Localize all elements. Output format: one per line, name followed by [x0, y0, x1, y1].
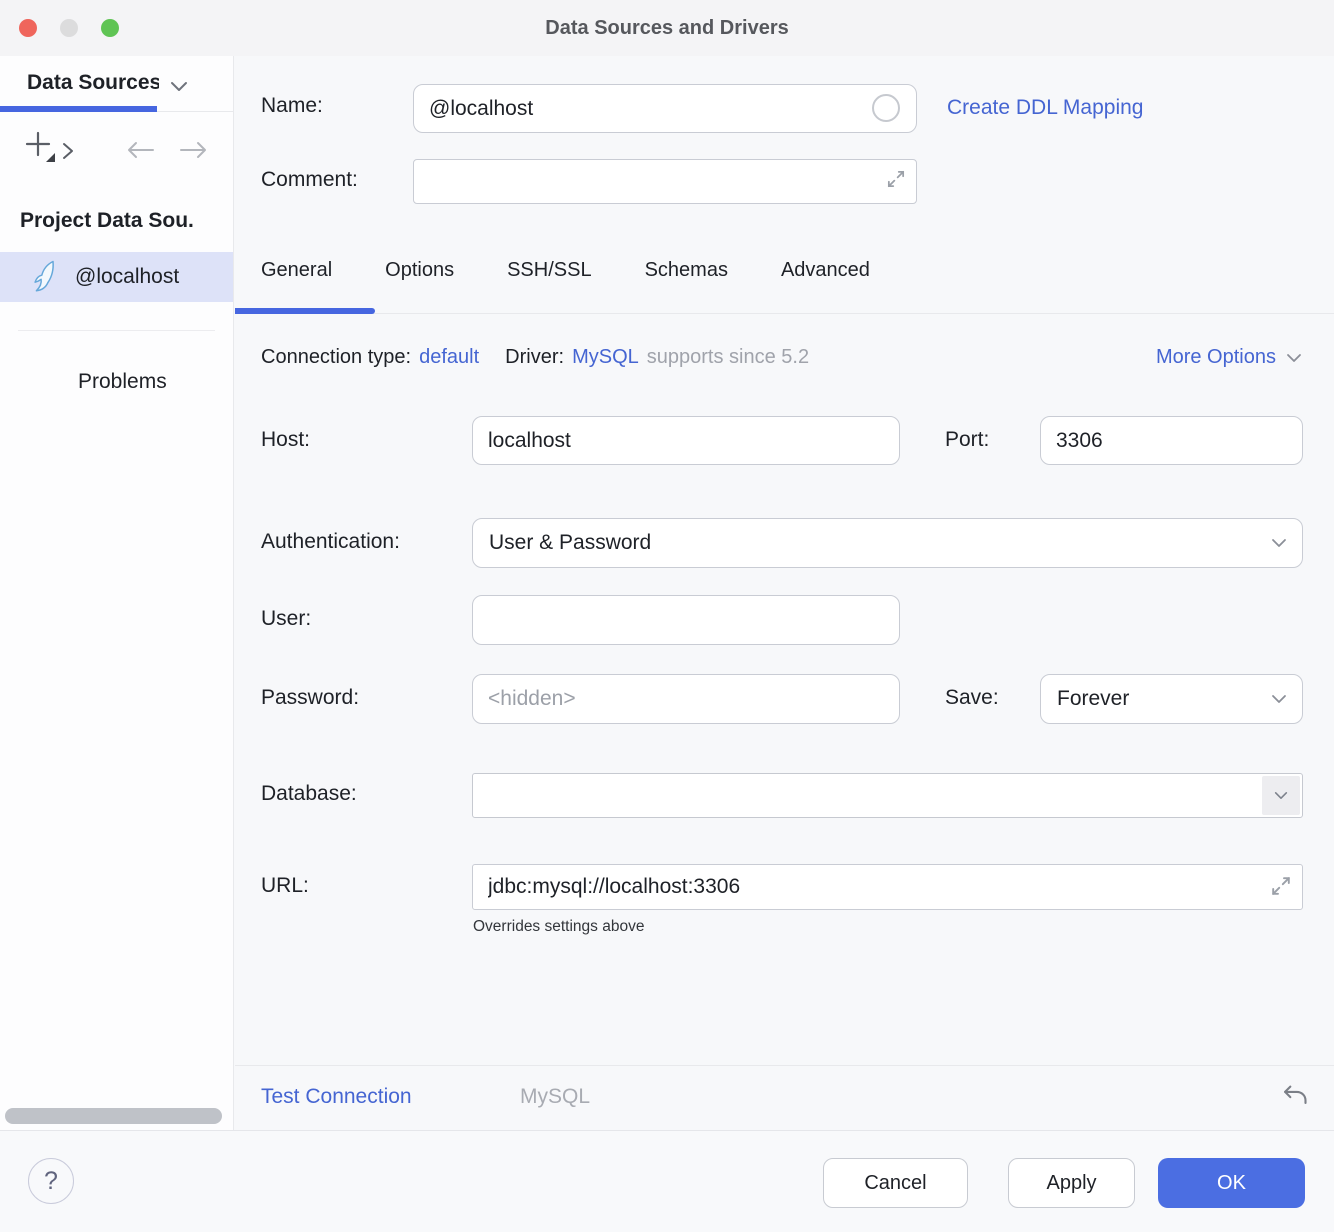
sidebar: Data Sources Project Data Sou. @localhos… — [0, 56, 234, 1130]
tab-advanced[interactable]: Advanced — [781, 259, 870, 282]
comment-input[interactable] — [413, 159, 917, 204]
driver-label: Driver: — [505, 346, 564, 369]
arrow-left-icon[interactable] — [124, 140, 156, 160]
more-options-button[interactable]: More Options — [1156, 346, 1303, 369]
settings-tabbar: General Options SSH/SSL Schemas Advanced — [261, 259, 870, 282]
authentication-value: User & Password — [489, 531, 651, 555]
tab-schemas[interactable]: Schemas — [645, 259, 728, 282]
expand-icon[interactable] — [885, 168, 907, 190]
more-options-label: More Options — [1156, 346, 1276, 369]
save-value: Forever — [1057, 687, 1129, 711]
host-input[interactable] — [472, 416, 900, 465]
database-dropdown-button[interactable] — [1262, 776, 1300, 815]
test-strip-divider — [235, 1065, 1334, 1066]
authentication-select[interactable]: User & Password — [472, 518, 1303, 568]
save-label: Save: — [945, 686, 999, 710]
test-connection-link[interactable]: Test Connection — [261, 1085, 412, 1109]
chevron-down-icon — [1273, 790, 1289, 801]
chevron-right-icon[interactable] — [60, 140, 76, 162]
sidebar-divider — [18, 330, 215, 331]
apply-button[interactable]: Apply — [1008, 1158, 1135, 1208]
comment-label: Comment: — [261, 168, 358, 192]
password-label: Password: — [261, 686, 359, 710]
authentication-label: Authentication: — [261, 530, 400, 554]
tabbar-divider — [235, 313, 1334, 314]
chevron-down-icon — [1270, 537, 1288, 549]
progress-circle-icon — [872, 94, 900, 122]
connection-type-label: Connection type: — [261, 346, 411, 369]
titlebar: Data Sources and Drivers — [0, 0, 1334, 56]
driver-support-note: supports since 5.2 — [647, 346, 809, 369]
window-title: Data Sources and Drivers — [0, 0, 1334, 56]
main-panel: Name: Create DDL Mapping Comment: Genera… — [235, 56, 1334, 1130]
tab-options[interactable]: Options — [385, 259, 454, 282]
connection-type-link[interactable]: default — [419, 346, 479, 369]
driver-link[interactable]: MySQL — [572, 346, 639, 369]
port-label: Port: — [945, 428, 989, 452]
connection-info-bar: Connection type: default Driver: MySQL s… — [261, 346, 809, 369]
password-input[interactable] — [472, 674, 900, 724]
ok-button[interactable]: OK — [1158, 1158, 1305, 1208]
port-input[interactable] — [1040, 416, 1303, 465]
user-label: User: — [261, 607, 311, 631]
chevron-down-icon — [1285, 352, 1303, 364]
help-question-icon: ? — [44, 1167, 58, 1196]
sidebar-item-label: @localhost — [75, 265, 179, 289]
tab-general[interactable]: General — [261, 259, 332, 282]
name-input[interactable] — [413, 84, 917, 133]
name-label: Name: — [261, 94, 323, 118]
expand-icon[interactable] — [1269, 874, 1293, 898]
sidebar-tab-data-sources[interactable]: Data Sources — [27, 71, 159, 95]
footer: ? Cancel Apply OK — [0, 1131, 1334, 1232]
help-button[interactable]: ? — [28, 1158, 74, 1204]
tab-ssh-ssl[interactable]: SSH/SSL — [507, 259, 591, 282]
database-combobox[interactable] — [472, 773, 1303, 818]
horizontal-scrollbar[interactable] — [5, 1108, 222, 1124]
chevron-down-icon — [1270, 693, 1288, 705]
add-data-source-button[interactable] — [24, 130, 58, 164]
sidebar-item-localhost[interactable]: @localhost — [0, 252, 233, 302]
save-select[interactable]: Forever — [1040, 674, 1303, 724]
sidebar-section-header: Project Data Sou. — [20, 209, 194, 233]
url-label: URL: — [261, 874, 309, 898]
mysql-dolphin-icon — [32, 260, 59, 294]
sidebar-item-problems[interactable]: Problems — [78, 370, 167, 394]
url-input[interactable] — [472, 864, 1303, 910]
user-input[interactable] — [472, 595, 900, 645]
arrow-right-icon[interactable] — [178, 140, 210, 160]
test-driver-name: MySQL — [520, 1085, 590, 1109]
create-ddl-mapping-link[interactable]: Create DDL Mapping — [947, 96, 1144, 120]
url-override-note: Overrides settings above — [473, 918, 644, 936]
revert-icon[interactable] — [1281, 1082, 1309, 1110]
host-label: Host: — [261, 428, 310, 452]
chevron-down-icon[interactable] — [168, 80, 190, 94]
active-tab-indicator — [235, 308, 375, 314]
database-label: Database: — [261, 782, 357, 806]
cancel-button[interactable]: Cancel — [823, 1158, 968, 1208]
sidebar-tab-active-indicator — [0, 106, 157, 112]
